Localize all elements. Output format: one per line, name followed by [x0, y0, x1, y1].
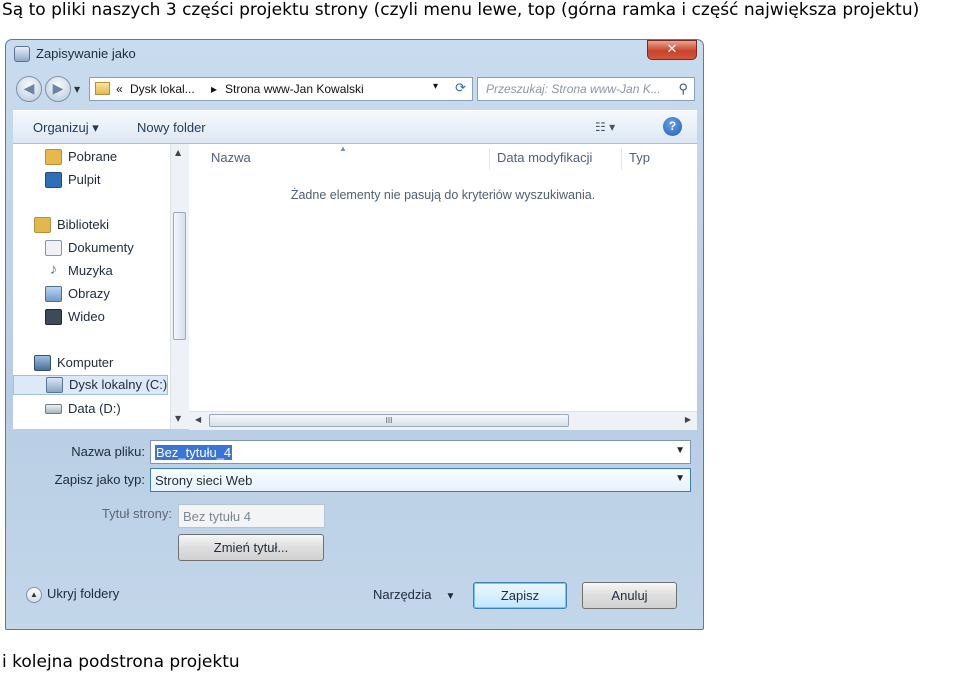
nav-item-documents[interactable]: Dokumenty: [45, 239, 165, 259]
nav-item-music[interactable]: ♪ Muzyka: [45, 262, 165, 282]
cancel-button[interactable]: Anuluj: [582, 582, 677, 609]
nav-item-videos[interactable]: Wideo: [45, 308, 165, 328]
chevron-down-icon[interactable]: ▼: [675, 445, 685, 456]
desktop-icon: [45, 172, 62, 188]
filename-value: Bez_tytułu_4: [155, 445, 233, 460]
filename-input[interactable]: Bez_tytułu_4 ▼: [150, 440, 691, 464]
column-header-name[interactable]: Nazwa: [211, 150, 251, 165]
tools-menu-button[interactable]: Narzędzia ▼: [373, 587, 455, 602]
scroll-right-icon[interactable]: ▶: [685, 415, 691, 424]
documents-icon: [45, 240, 62, 256]
page-title-label: Tytuł strony:: [101, 506, 172, 521]
filetype-select[interactable]: Strony sieci Web ▼: [150, 468, 691, 492]
folder-icon: [95, 82, 110, 95]
organize-menu-button[interactable]: Organizuj ▾: [33, 120, 99, 136]
dialog-title: Zapisywanie jako: [36, 46, 136, 61]
new-folder-button[interactable]: Nowy folder: [137, 120, 206, 135]
drive-d-icon: [45, 404, 62, 414]
filetype-value: Strony sieci Web: [155, 473, 253, 488]
page-title-field: Bez tytułu 4: [178, 504, 325, 528]
search-icon[interactable]: ⚲: [678, 81, 688, 97]
scroll-left-icon[interactable]: ◀: [195, 415, 201, 424]
breadcrumb-separator-icon[interactable]: ▸: [211, 82, 217, 96]
breadcrumb-prefix[interactable]: «: [116, 82, 123, 96]
computer-icon: [34, 355, 51, 371]
navigation-bar: ◀ ▶ ▼ « Dysk lokal... ▸ Strona www-Jan K…: [6, 72, 703, 106]
music-icon: ♪: [49, 261, 58, 278]
column-header-type[interactable]: Typ: [629, 150, 650, 165]
browse-area: Pobrane Pulpit Biblioteki Dokumenty ♪ Mu…: [13, 144, 697, 430]
column-header-date-modified[interactable]: Data modyfikacji: [497, 150, 592, 165]
nav-item-desktop[interactable]: Pulpit: [45, 171, 165, 191]
page-title-value: Bez tytułu 4: [183, 509, 251, 524]
nav-item-computer[interactable]: Komputer: [34, 354, 164, 374]
help-icon[interactable]: ?: [663, 117, 682, 136]
nav-item-local-disk-c[interactable]: Dysk lokalny (C:): [13, 375, 168, 395]
change-view-icon[interactable]: ☷ ▾: [595, 120, 615, 134]
breadcrumb-local-disk[interactable]: Dysk lokal...: [130, 82, 195, 96]
chevron-down-icon: ▼: [445, 591, 456, 602]
video-icon: [45, 309, 62, 325]
top-caption: Są to pliki naszych 3 części projektu st…: [2, 0, 920, 20]
chevron-up-icon: ▲: [26, 586, 42, 603]
dialog-app-icon: [14, 46, 30, 62]
column-divider[interactable]: [489, 148, 490, 170]
column-divider[interactable]: [621, 148, 622, 170]
hide-folders-button[interactable]: ▲ Ukryj foldery: [26, 586, 119, 603]
save-as-dialog: Zapisywanie jako ✕ ◀ ▶ ▼ « Dysk lokal...…: [5, 39, 704, 630]
scroll-up-icon[interactable]: ▲: [175, 148, 181, 157]
file-list: ▲ Nazwa Data modyfikacji Typ Żadne eleme…: [189, 144, 697, 430]
navigation-pane: Pobrane Pulpit Biblioteki Dokumenty ♪ Mu…: [13, 144, 168, 429]
chevron-down-icon[interactable]: ▼: [675, 473, 685, 484]
sort-ascending-icon: ▲: [339, 144, 347, 153]
drive-c-icon: [46, 377, 63, 393]
empty-results-message: Żadne elementy nie pasują do kryteriów w…: [290, 188, 596, 202]
filetype-label: Zapisz jako typ:: [54, 472, 145, 487]
search-placeholder: Przeszukaj: Strona www-Jan K...: [486, 82, 661, 96]
downloads-icon: [45, 149, 62, 165]
scroll-thumb[interactable]: [173, 212, 186, 340]
pictures-icon: [45, 286, 62, 302]
nav-item-libraries[interactable]: Biblioteki: [34, 216, 164, 236]
title-bar: Zapisywanie jako ✕: [6, 40, 703, 70]
address-dropdown-icon[interactable]: ▾: [433, 81, 438, 92]
scroll-thumb[interactable]: III: [209, 414, 569, 427]
refresh-icon[interactable]: ⟳: [455, 80, 466, 96]
recent-locations-dropdown[interactable]: ▼: [74, 85, 80, 94]
command-bar: Organizuj ▾ Nowy folder ☷ ▾ ?: [13, 110, 697, 144]
address-bar[interactable]: « Dysk lokal... ▸ Strona www-Jan Kowalsk…: [89, 77, 473, 101]
forward-button[interactable]: ▶: [45, 76, 71, 102]
bottom-caption: i kolejna podstrona projektu: [2, 652, 240, 672]
nav-item-data-d[interactable]: Data (D:): [45, 400, 165, 420]
close-button[interactable]: ✕: [647, 40, 697, 60]
back-button[interactable]: ◀: [16, 76, 42, 102]
change-title-button[interactable]: Zmień tytuł...: [178, 534, 324, 561]
breadcrumb-current-folder[interactable]: Strona www-Jan Kowalski: [225, 82, 364, 96]
navigation-pane-scrollbar[interactable]: ▲ ▼: [170, 144, 189, 429]
libraries-icon: [34, 217, 51, 233]
file-list-horizontal-scrollbar[interactable]: ◀ III ▶: [189, 411, 697, 430]
filename-label: Nazwa pliku:: [71, 444, 145, 459]
save-button[interactable]: Zapisz: [473, 582, 567, 609]
nav-item-pictures[interactable]: Obrazy: [45, 285, 165, 305]
nav-item-downloads[interactable]: Pobrane: [45, 148, 165, 168]
search-input[interactable]: Przeszukaj: Strona www-Jan K... ⚲: [477, 77, 695, 101]
scroll-down-icon[interactable]: ▼: [175, 414, 181, 423]
